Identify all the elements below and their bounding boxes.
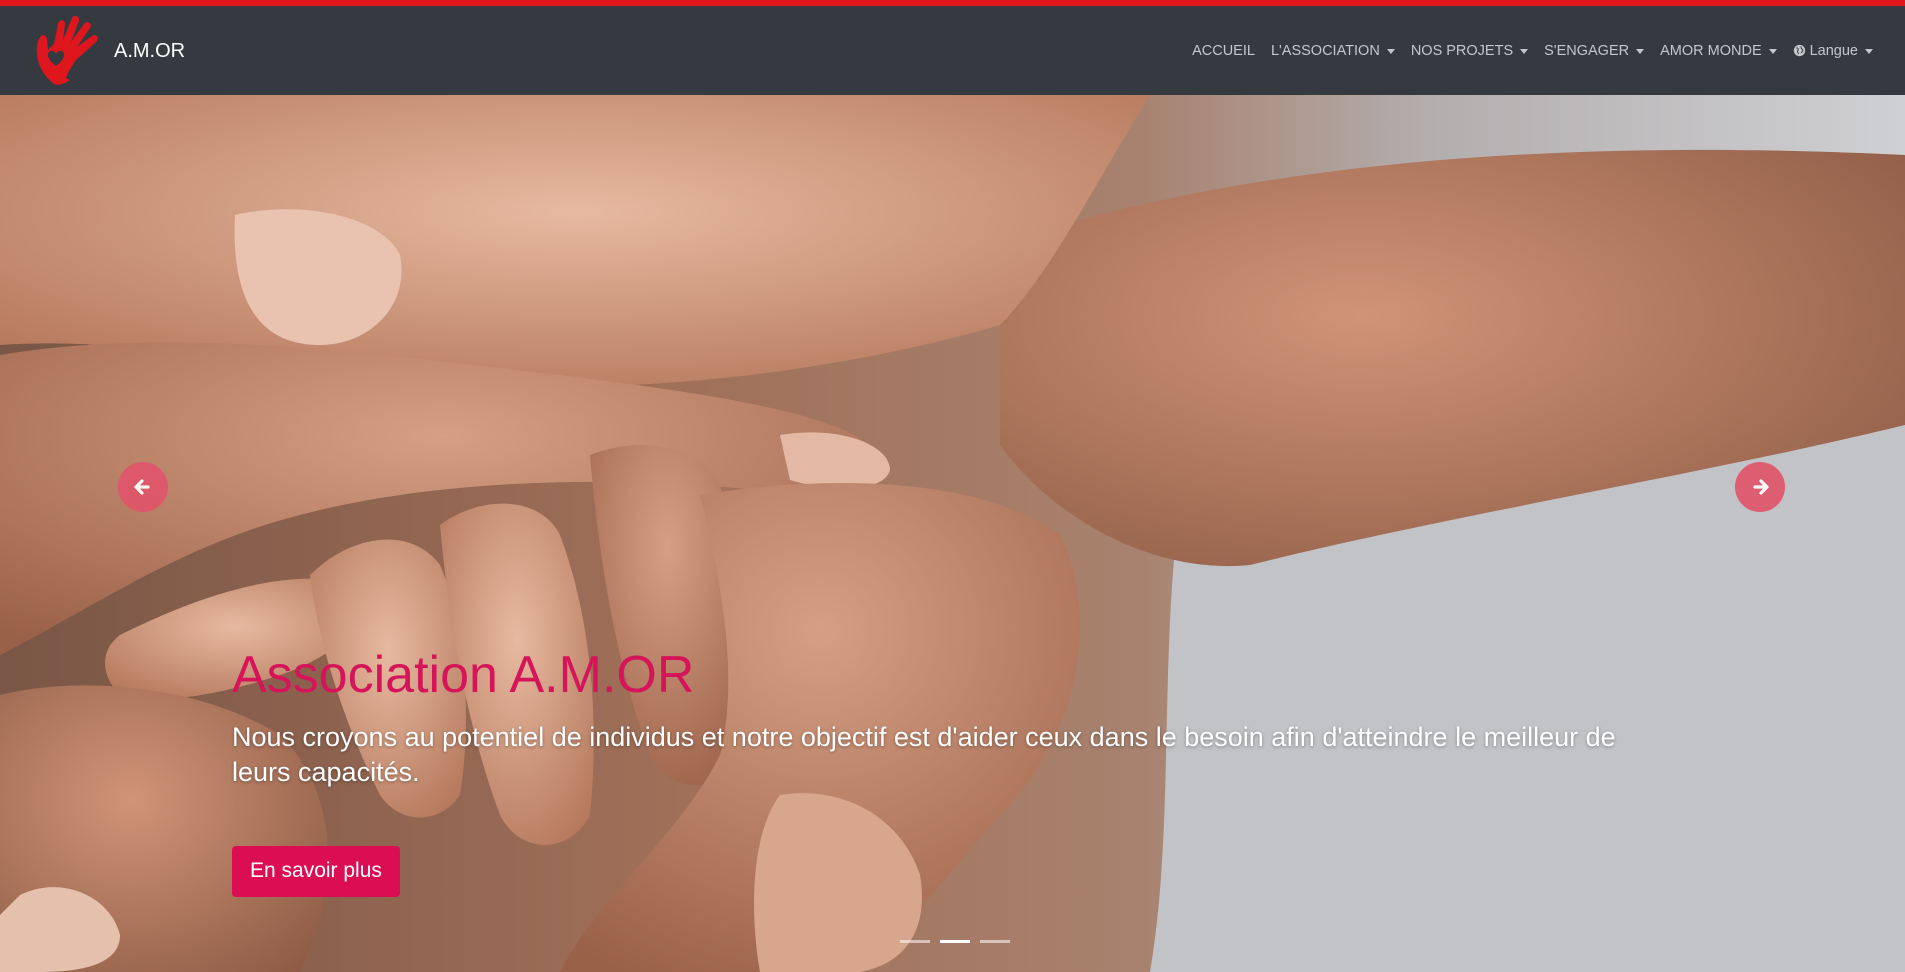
nav-item-label: AMOR MONDE <box>1660 42 1762 59</box>
nav-item-accueil[interactable]: ACCUEIL <box>1184 35 1263 67</box>
globe-icon <box>1793 44 1805 57</box>
nav-item-label: Langue <box>1809 42 1858 59</box>
nav-item-label: L'ASSOCIATION <box>1270 42 1380 59</box>
hero-carousel: Association A.M.OR Nous croyons au poten… <box>0 95 1905 972</box>
top-navbar: A.M.OR ACCUEIL L'ASSOCIATION NOS PROJETS… <box>0 6 1905 95</box>
nav-item-nos-projets[interactable]: NOS PROJETS <box>1403 35 1536 67</box>
arrow-right-circle-icon <box>1753 479 1769 495</box>
caret-down-icon <box>1386 48 1395 54</box>
nav-item-amor-monde[interactable]: AMOR MONDE <box>1652 35 1785 67</box>
carousel-caption: Association A.M.OR Nous croyons au poten… <box>232 646 1672 898</box>
carousel-indicators <box>900 940 1020 943</box>
learn-more-button[interactable]: En savoir plus <box>232 846 400 898</box>
hero-title: Association A.M.OR <box>232 646 695 704</box>
carousel-next-button[interactable] <box>1735 462 1785 512</box>
hand-heart-icon <box>36 15 98 85</box>
nav-item-langue[interactable]: Langue <box>1785 35 1881 67</box>
main-nav-menu: ACCUEIL L'ASSOCIATION NOS PROJETS S'ENGA… <box>1184 35 1881 67</box>
brand-name: A.M.OR <box>114 40 186 62</box>
arrow-left-circle-icon <box>134 479 150 495</box>
nav-item-label: S'ENGAGER <box>1544 42 1630 59</box>
nav-item-label: ACCUEIL <box>1192 42 1255 59</box>
carousel-indicator-1[interactable] <box>900 940 930 943</box>
carousel-indicator-3[interactable] <box>980 940 1010 943</box>
nav-item-association[interactable]: L'ASSOCIATION <box>1263 35 1403 67</box>
brand-link[interactable]: A.M.OR <box>32 14 185 88</box>
caret-down-icon <box>1520 48 1529 54</box>
caret-down-icon <box>1636 48 1645 54</box>
carousel-prev-button[interactable] <box>118 462 168 512</box>
nav-item-label: NOS PROJETS <box>1410 42 1514 59</box>
carousel-indicator-2[interactable] <box>940 940 970 943</box>
caret-down-icon <box>1768 48 1777 54</box>
caret-down-icon <box>1865 48 1873 54</box>
nav-item-s-engager[interactable]: S'ENGAGER <box>1536 35 1652 67</box>
hero-description: Nous croyons au potentiel de individus e… <box>232 722 1616 788</box>
